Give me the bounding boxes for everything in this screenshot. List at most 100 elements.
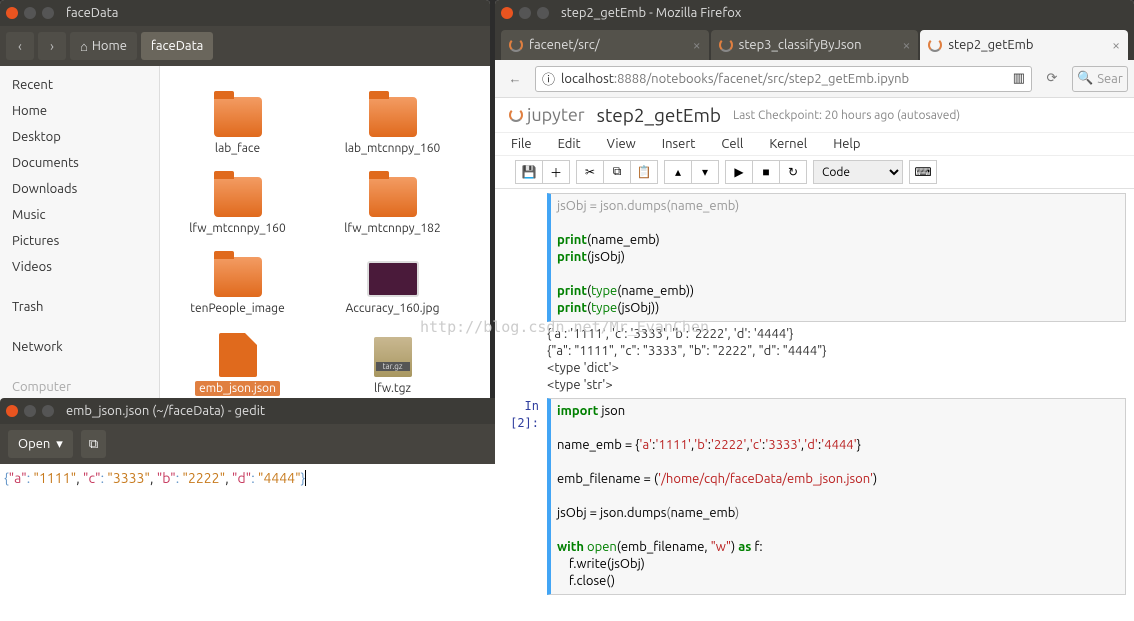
browser-tab[interactable]: step3_classifyByJson× [711,30,919,60]
checkpoint-text: Last Checkpoint: 20 hours ago (autosaved… [733,109,960,122]
sidebar-item[interactable]: Recent [0,72,159,98]
back-button[interactable]: ‹ [6,32,34,60]
file-label: tenPeople_image [186,301,288,316]
jupyter-toolbar: 💾 ＋ ✂ ⧉ 📋 ▴ ▾ ▶ ■ ↻ Code ⌨ [495,155,1134,189]
tab-favicon [928,38,942,52]
file-label: Accuracy_160.jpg [342,301,444,316]
celltype-select[interactable]: Code [813,160,903,184]
minimize-icon[interactable] [519,7,531,19]
window-title: faceData [66,6,118,20]
archive-icon [374,337,412,377]
firefox-tabbar: facenet/src/×step3_classifyByJson×step2_… [495,26,1134,60]
url-path: /notebooks/facenet/src/step2_getEmb.ipyn… [646,72,909,86]
minimize-icon[interactable] [24,7,36,19]
file-label: lfw_mtcnnpy_182 [340,221,444,236]
code-body[interactable]: import json name_emb = {'a':'1111','b':'… [547,398,1126,595]
file-item[interactable]: emb_json.json [160,316,315,396]
close-tab-icon[interactable]: × [693,37,701,53]
maximize-icon[interactable] [42,405,54,417]
sidebar-item[interactable]: Music [0,202,159,228]
url-host: localhost [561,72,614,86]
code-cell[interactable]: jsObj = json.dumps(name_emb) print(name_… [503,193,1126,322]
file-item[interactable]: Accuracy_160.jpg [315,236,470,316]
paste-button[interactable]: 📋 [630,160,658,184]
nautilus-pathbar: ‹ › ⌂ Home faceData [0,26,490,66]
save-button[interactable]: 💾 [515,160,543,184]
sidebar-item[interactable]: Downloads [0,176,159,202]
file-label: lab_face [211,141,264,156]
reload-button[interactable]: ⟳ [1038,66,1066,92]
new-tab-button[interactable]: ⧉ [81,430,106,458]
notebook-title[interactable]: step2_getEmb [597,104,721,126]
command-palette-button[interactable]: ⌨ [909,160,937,184]
file-item[interactable]: tenPeople_image [160,236,315,316]
menu-item[interactable]: Kernel [769,137,807,151]
window-title: step2_getEmb - Mozilla Firefox [561,6,741,20]
close-icon[interactable] [501,7,513,19]
back-button[interactable]: ← [501,66,529,92]
menu-item[interactable]: View [607,137,636,151]
sidebar-item[interactable]: Home [0,98,159,124]
jupyter-icon [509,108,523,122]
file-item[interactable]: lab_face [160,76,315,156]
out-prompt [503,326,547,394]
menu-item[interactable]: Insert [662,137,696,151]
close-icon[interactable] [6,405,18,417]
sidebar-item[interactable]: Pictures [0,228,159,254]
sidebar-item[interactable]: Videos [0,254,159,280]
code-body[interactable]: jsObj = json.dumps(name_emb) print(name_… [547,193,1126,322]
menu-item[interactable]: Help [833,137,860,151]
maximize-icon[interactable] [42,7,54,19]
stop-button[interactable]: ■ [752,160,780,184]
firefox-titlebar: step2_getEmb - Mozilla Firefox [495,0,1134,26]
file-item[interactable]: lfw_mtcnnpy_182 [315,156,470,236]
browser-tab[interactable]: step2_getEmb × [920,30,1128,60]
close-tab-icon[interactable]: × [902,37,910,53]
cut-button[interactable]: ✂ [576,160,604,184]
breadcrumb-current[interactable]: faceData [141,32,213,60]
file-label: lfw.tgz [370,381,415,396]
info-icon: ⓘ [542,69,555,88]
close-icon[interactable] [6,7,18,19]
code-cell[interactable]: In [2]: import json name_emb = {'a':'111… [503,398,1126,595]
tab-favicon [509,38,523,52]
urlbar[interactable]: ⓘ localhost:8888/notebooks/facenet/src/s… [535,66,1032,92]
run-button[interactable]: ▶ [725,160,753,184]
folder-icon [369,97,417,137]
jupyter-logo[interactable]: jupyter [509,105,585,125]
searchbar[interactable]: 🔍 Sear [1072,66,1128,92]
cells-area: jsObj = json.dumps(name_emb) print(name_… [495,189,1134,621]
file-item[interactable]: lab_mtcnnpy_160 [315,76,470,156]
json-file-icon [219,333,257,377]
add-cell-button[interactable]: ＋ [542,160,570,184]
forward-button[interactable]: › [38,32,66,60]
breadcrumb-home[interactable]: ⌂ Home [70,32,137,60]
file-label: emb_json.json [195,381,280,396]
folder-icon [369,177,417,217]
menu-item[interactable]: File [511,137,532,151]
button-label: Open [18,437,50,451]
copy-button[interactable]: ⧉ [603,160,631,184]
move-down-button[interactable]: ▾ [691,160,719,184]
reader-icon[interactable]: ▥ [1013,71,1025,86]
file-item[interactable]: lfw_mtcnnpy_160 [160,156,315,236]
sidebar-item[interactable]: Network [0,334,159,360]
sidebar-item[interactable]: Desktop [0,124,159,150]
sidebar-item[interactable]: Trash [0,294,159,320]
menu-item[interactable]: Cell [721,137,743,151]
menu-item[interactable]: Edit [558,137,581,151]
jupyter-header: jupyter step2_getEmb Last Checkpoint: 20… [495,98,1134,133]
close-tab-icon[interactable]: × [1112,37,1120,53]
maximize-icon[interactable] [537,7,549,19]
file-item[interactable]: lfw.tgz [315,316,470,396]
folder-icon [214,97,262,137]
tab-label: step2_getEmb [948,38,1033,52]
sidebar-item[interactable]: Computer [0,374,159,400]
sidebar-item[interactable]: Documents [0,150,159,176]
browser-tab[interactable]: facenet/src/× [501,30,709,60]
minimize-icon[interactable] [24,405,36,417]
restart-button[interactable]: ↻ [779,160,807,184]
in-prompt: In [2]: [503,398,547,595]
move-up-button[interactable]: ▴ [664,160,692,184]
open-button[interactable]: Open▾ [8,430,73,458]
